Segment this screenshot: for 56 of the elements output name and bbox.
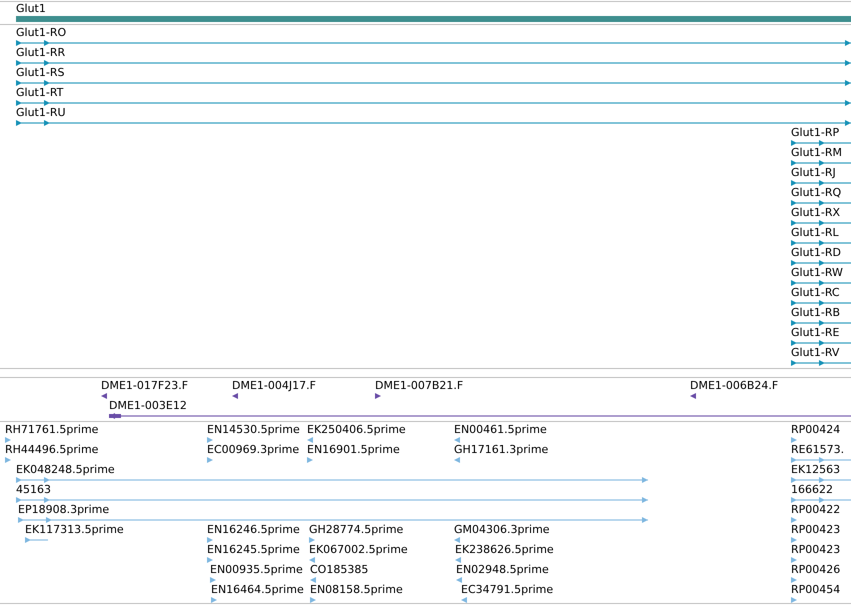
- feature-label: Glut1-RB: [791, 306, 840, 319]
- feature-label: EN16246.5prime: [207, 523, 300, 536]
- feature-label: Glut1-RW: [791, 266, 843, 279]
- feature-label: 166622: [791, 483, 833, 496]
- feature-label: GH28774.5prime: [309, 523, 404, 536]
- feature-label: RH44496.5prime: [5, 443, 98, 456]
- feature-label: RE61573.: [791, 443, 844, 456]
- feature-label: Glut1-RM: [791, 146, 842, 159]
- feature-label: RP00454: [791, 583, 840, 596]
- feature-label: EC34791.5prime: [461, 583, 554, 596]
- feature-label: Glut1-RD: [791, 246, 841, 259]
- feature-label: EN00935.5prime: [210, 563, 303, 576]
- feature-label: DME1-007B21.F: [375, 379, 464, 392]
- feature-label: EP18908.3prime: [18, 503, 110, 516]
- feature-label: EK048248.5prime: [16, 463, 115, 476]
- feature-label: EN08158.5prime: [310, 583, 403, 596]
- feature-label: Glut1-RQ: [791, 186, 842, 199]
- feature-label: RP00423: [791, 543, 840, 556]
- feature-label: EK067002.5prime: [309, 543, 408, 556]
- feature-label: EN16901.5prime: [307, 443, 400, 456]
- feature-label: RP00424: [791, 423, 840, 436]
- feature-label: Glut1-RP: [791, 126, 840, 139]
- feature-label: GH17161.3prime: [454, 443, 548, 456]
- feature-label: Glut1-RV: [791, 346, 840, 359]
- feature-label: GM04306.3prime: [454, 523, 550, 536]
- feature-label: DME1-004J17.F: [232, 379, 316, 392]
- feature-label: EN14530.5prime: [207, 423, 300, 436]
- feature-label: EN16245.5prime: [207, 543, 300, 556]
- feature-label: Glut1-RX: [791, 206, 840, 219]
- feature-label: Glut1-RR: [16, 46, 66, 59]
- feature-label: Glut1-RC: [791, 286, 840, 299]
- feature-label: EN00461.5prime: [454, 423, 547, 436]
- feature-label: Glut1-RJ: [791, 166, 836, 179]
- feature-label: RP00426: [791, 563, 840, 576]
- feature-label: CO185385: [310, 563, 368, 576]
- feature-label: Glut1-RO: [16, 26, 66, 39]
- feature-label: EK250406.5prime: [307, 423, 406, 436]
- feature-label: EC00969.3prime: [207, 443, 300, 456]
- feature-label: Glut1-RU: [16, 106, 66, 119]
- feature-label: DME1-006B24.F: [690, 379, 778, 392]
- feature-label: EK117313.5prime: [25, 523, 124, 536]
- gene-label: Glut1: [16, 2, 46, 15]
- feature-label: Glut1-RS: [16, 66, 64, 79]
- feature-label: EN02948.5prime: [456, 563, 549, 576]
- feature-label: RP00422: [791, 503, 840, 516]
- feature-label: EK238626.5prime: [455, 543, 554, 556]
- feature-label: 45163: [16, 483, 51, 496]
- feature-label: EN16464.5prime: [211, 583, 304, 596]
- feature-label: DME1-017F23.F: [101, 379, 188, 392]
- feature-label: Glut1-RL: [791, 226, 839, 239]
- feature-label: RH71761.5prime: [5, 423, 98, 436]
- feature-label: EK12563: [791, 463, 840, 476]
- feature-label: DME1-003E12: [109, 399, 187, 412]
- feature-label: Glut1-RE: [791, 326, 840, 339]
- feature-label: Glut1-RT: [16, 86, 64, 99]
- feature-label: RP00423: [791, 523, 840, 536]
